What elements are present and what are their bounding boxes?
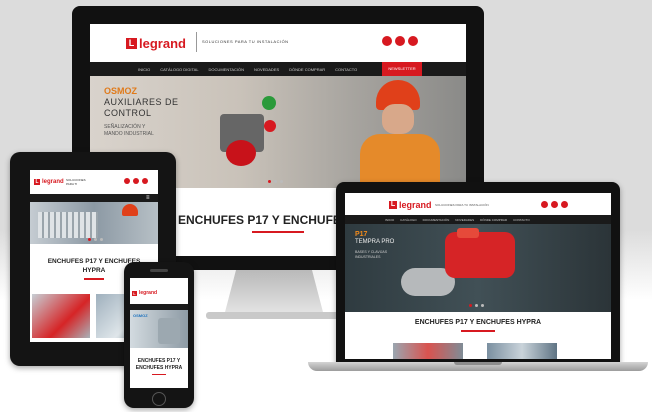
facebook-icon[interactable] — [541, 201, 548, 208]
tablet-nav: ≡ — [30, 194, 158, 202]
section-underline — [84, 278, 104, 280]
laptop-nav-item[interactable]: INICIO — [385, 218, 394, 222]
section-underline — [252, 231, 304, 233]
linkedin-icon[interactable] — [142, 178, 148, 184]
hero-title: P17 — [355, 231, 368, 238]
hero-text-1: SEÑALIZACIÓN Y — [104, 124, 146, 130]
tablet-hero — [30, 202, 158, 244]
section-underline — [461, 330, 495, 332]
laptop-logo[interactable]: L legrand — [389, 200, 432, 210]
hero-carousel-dots[interactable] — [88, 238, 103, 241]
hero-carousel-dots[interactable] — [268, 180, 283, 183]
section-underline — [152, 374, 166, 375]
product-thumb-1[interactable] — [32, 294, 90, 338]
hero-text-1: BASES Y CLAVIJAS — [355, 250, 388, 254]
laptop-tagline: SOLUCIONES PARA TU INSTALACIÓN — [435, 203, 489, 207]
logo-text: legrand — [399, 200, 432, 210]
hero-subtitle: TEMPRA PRO — [355, 239, 395, 245]
section-title-2: ENCHUFES HYPRA — [135, 365, 183, 371]
phone-hero-product-image — [158, 318, 180, 344]
logo-text: legrand — [42, 179, 64, 185]
tablet-header-text-2: PARA TI — [66, 182, 78, 186]
hero-title: OSMOZ — [104, 86, 137, 96]
desktop-nav-item[interactable]: CONTACTO — [335, 67, 357, 72]
section-title-1: ENCHUFES P17 Y — [137, 358, 181, 364]
socket-red-image — [445, 232, 515, 278]
desktop-nav-item[interactable]: DOCUMENTACIÓN — [209, 67, 244, 72]
desktop-nav-item[interactable]: CATÁLOGO DIGITAL — [160, 67, 198, 72]
logo-mark: L — [132, 290, 137, 296]
phone-home-button[interactable] — [152, 392, 166, 406]
desktop-nav-item[interactable]: INICIO — [138, 67, 150, 72]
logo-mark: L — [126, 38, 137, 49]
logo-mark: L — [389, 201, 397, 209]
phone-speaker — [150, 269, 168, 272]
tablet-hero-worker-image — [122, 204, 138, 216]
pushbutton-red — [226, 140, 256, 166]
laptop-nav: INICIO CATÁLOGO DOCUMENTACIÓN NOVEDADES DÓND… — [345, 215, 611, 224]
logo-mark: L — [34, 179, 40, 185]
facebook-icon[interactable] — [124, 178, 130, 184]
tablet-logo[interactable]: L legrand — [34, 179, 64, 185]
tablet-hero-panel-image — [38, 212, 98, 238]
logo-text: legrand — [139, 290, 158, 296]
pushbutton-green — [262, 96, 276, 110]
twitter-icon[interactable] — [395, 36, 405, 46]
worker-face-image — [382, 104, 414, 134]
linkedin-icon[interactable] — [561, 201, 568, 208]
desktop-tagline: SOLUCIONES PARA TU INSTALACIÓN — [202, 39, 289, 44]
laptop-hero: P17 TEMPRA PRO BASES Y CLAVIJAS INDUSTRI… — [345, 224, 611, 312]
twitter-icon[interactable] — [133, 178, 139, 184]
desktop-header: L legrand SOLUCIONES PARA TU INSTALACIÓN — [90, 24, 466, 60]
section-title: ENCHUFES P17 Y ENCHUFES — [178, 213, 349, 227]
desktop-nav-item[interactable]: DÓNDE COMPRAR — [289, 67, 325, 72]
socket-red-detail — [457, 228, 479, 238]
laptop-nav-item[interactable]: DOCUMENTACIÓN — [423, 218, 450, 222]
laptop-nav-item[interactable]: NOVEDADES — [455, 218, 474, 222]
laptop-notch — [454, 362, 502, 365]
linkedin-icon[interactable] — [408, 36, 418, 46]
product-thumb-1[interactable] — [393, 343, 463, 359]
newsletter-button[interactable]: NEWSLETTER — [382, 62, 422, 76]
desktop-logo[interactable]: L legrand — [126, 36, 186, 51]
phone-hero: OSMOZ — [130, 310, 188, 348]
pushbutton-red-small — [264, 120, 276, 132]
twitter-icon[interactable] — [551, 201, 558, 208]
header-divider — [196, 32, 197, 52]
phone-logo[interactable]: L legrand — [132, 290, 157, 296]
section-title: ENCHUFES P17 Y ENCHUFES HYPRA — [414, 319, 542, 326]
logo-text: legrand — [139, 36, 186, 51]
hamburger-menu-icon[interactable]: ≡ — [146, 195, 154, 201]
hero-label: OSMOZ — [133, 313, 148, 318]
desktop-nav: INICIO CATÁLOGO DIGITAL DOCUMENTACIÓN NOVED… — [90, 62, 466, 76]
hero-subtitle-1: AUXILIARES DE — [104, 97, 179, 107]
laptop-nav-item[interactable]: DÓNDE COMPRAR — [480, 218, 507, 222]
desktop-stand-base — [206, 312, 342, 319]
laptop-nav-item[interactable]: CONTACTO — [513, 218, 530, 222]
hero-carousel-dots[interactable] — [469, 304, 484, 307]
desktop-social — [382, 36, 418, 46]
worker-vest-image — [360, 134, 440, 188]
laptop-nav-item[interactable]: CATÁLOGO — [400, 218, 416, 222]
product-thumb-2[interactable] — [487, 343, 557, 359]
desktop-stand — [224, 270, 324, 316]
facebook-icon[interactable] — [382, 36, 392, 46]
phone-screen: L legrand OSMOZ ENCHUFES P17 Y ENCHUFES … — [130, 278, 188, 388]
hero-text-2: MANDO INDUSTRIAL — [104, 131, 154, 137]
hero-text-2: INDUSTRIALES — [355, 255, 381, 259]
laptop-social — [541, 201, 568, 208]
desktop-nav-item[interactable]: NOVEDADES — [254, 67, 279, 72]
laptop-screen: L legrand SOLUCIONES PARA TU INSTALACIÓN… — [345, 193, 611, 359]
hero-subtitle-2: CONTROL — [104, 108, 152, 118]
tablet-social — [124, 178, 148, 184]
